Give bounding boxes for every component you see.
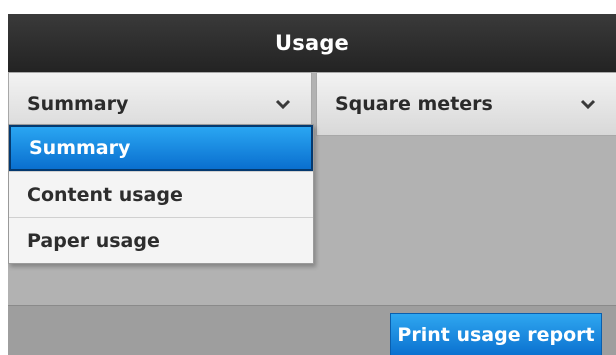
unit-select-value: Square meters <box>335 93 493 115</box>
usage-screen: Usage Summary Square meters Summary Cont… <box>8 14 616 355</box>
window-title: Usage <box>8 14 616 72</box>
chevron-down-icon <box>578 94 598 114</box>
unit-select[interactable]: Square meters <box>316 72 616 136</box>
view-dropdown-menu: Summary Content usage Paper usage <box>8 124 314 264</box>
print-usage-report-button[interactable]: Print usage report <box>390 313 602 355</box>
chevron-down-icon <box>273 94 293 114</box>
menu-item-content-usage[interactable]: Content usage <box>9 171 313 217</box>
menu-item-paper-usage[interactable]: Paper usage <box>9 217 313 263</box>
menu-item-summary[interactable]: Summary <box>9 125 313 171</box>
view-select-value: Summary <box>27 93 129 115</box>
bottom-bar: Print usage report <box>8 305 616 355</box>
